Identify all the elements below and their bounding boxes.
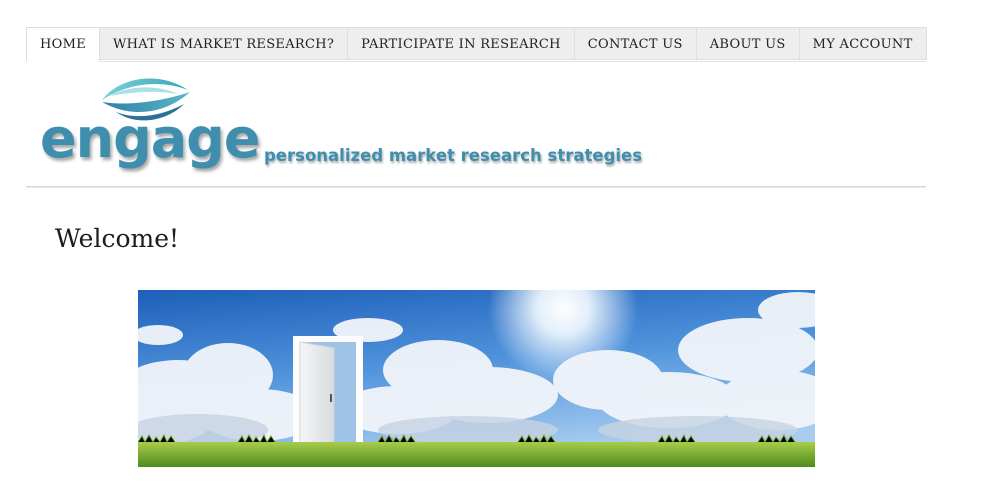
header-divider	[26, 186, 926, 188]
site-tagline: personalized market research strategies	[264, 146, 643, 165]
tab-contact-us[interactable]: CONTACT US	[574, 27, 697, 60]
tab-what-is-market-research[interactable]: WHAT IS MARKET RESEARCH?	[100, 27, 349, 60]
tab-about-us[interactable]: ABOUT US	[696, 27, 800, 60]
main-navigation: HOME WHAT IS MARKET RESEARCH? PARTICIPAT…	[26, 27, 927, 62]
tab-my-account[interactable]: MY ACCOUNT	[799, 27, 927, 60]
site-header: engage personalized market research stra…	[26, 62, 926, 188]
page-title: Welcome!	[55, 224, 180, 253]
tab-participate-in-research[interactable]: PARTICIPATE IN RESEARCH	[348, 27, 575, 60]
tab-home[interactable]: HOME	[26, 27, 100, 62]
open-door-in-sky-image	[138, 290, 815, 467]
site-logo[interactable]: engage	[40, 112, 260, 166]
